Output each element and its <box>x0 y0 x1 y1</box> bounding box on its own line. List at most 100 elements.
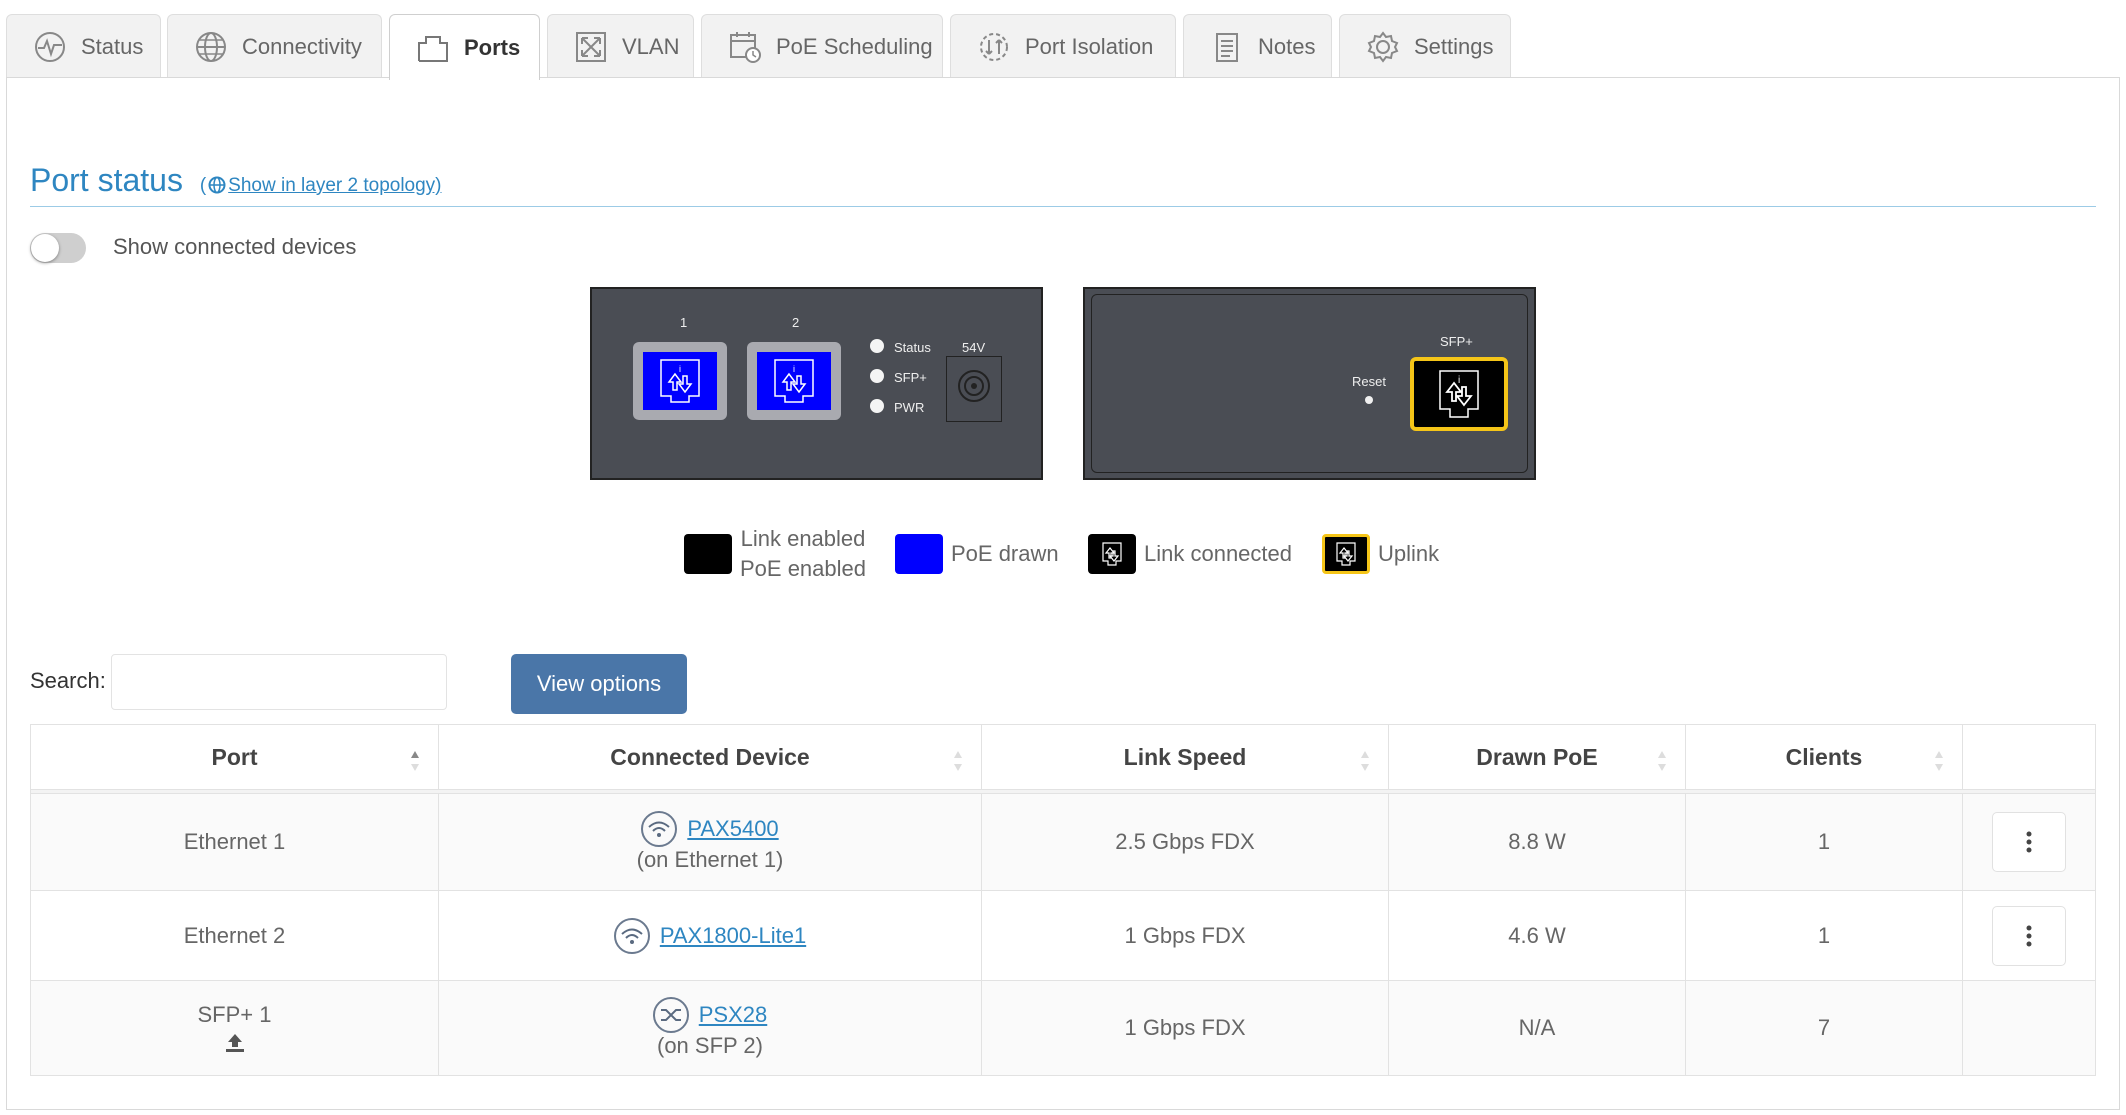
legend-label: PoE drawn <box>951 541 1059 566</box>
actions-cell <box>1962 794 2095 890</box>
legend-uplink: Uplink <box>1322 534 1439 574</box>
tab-notes[interactable]: Notes <box>1183 14 1332 78</box>
tab-label: Port Isolation <box>1025 33 1154 59</box>
led-label: Status <box>894 340 931 355</box>
device-sub: (on SFP 2) <box>657 1033 763 1058</box>
port-number-label: 1 <box>680 315 688 330</box>
blue-swatch <box>895 534 943 574</box>
tab-settings[interactable]: Settings <box>1339 14 1511 78</box>
legend-poe-drawn: PoE drawn <box>895 534 1059 574</box>
pwr-led <box>870 399 884 413</box>
table-row: Ethernet 2 PAX1800-Lite1 1 Gbps FDX 4.6 … <box>31 890 2095 980</box>
tab-label: Status <box>81 33 144 59</box>
row-menu-button[interactable] <box>1992 905 2066 966</box>
port-status-title: Port status <box>30 162 183 198</box>
port-cell: SFP+ 1 <box>31 981 438 1075</box>
tab-label: VLAN <box>622 33 680 59</box>
table-header-row: Port Connected Device Link Speed Drawn P… <box>31 725 2095 789</box>
col-header-clients[interactable]: Clients <box>1685 725 1962 789</box>
clients-cell: 1 <box>1685 891 1962 980</box>
port-ethernet-1[interactable]: i <box>633 342 727 420</box>
port-number-label: 2 <box>792 315 800 330</box>
topology-link[interactable]: (Show in layer 2 topology) <box>200 175 442 196</box>
tab-status[interactable]: Status <box>6 14 161 78</box>
legend-label: Link enabled <box>740 526 866 551</box>
col-header-port[interactable]: Port <box>31 725 438 789</box>
speed-cell: 2.5 Gbps FDX <box>981 794 1388 890</box>
activity-icon <box>35 31 65 62</box>
sort-icon <box>954 751 962 771</box>
wifi-icon <box>641 811 678 847</box>
poe-cell: 8.8 W <box>1388 794 1685 890</box>
device-cell: PSX28 (on SFP 2) <box>438 981 981 1075</box>
device-link[interactable]: PAX5400 <box>687 816 778 842</box>
port-sfp-1-uplink[interactable]: i <box>1410 357 1508 431</box>
page-title: Port status (Show in layer 2 topology) <box>30 162 442 199</box>
port-icon <box>418 35 448 62</box>
device-link[interactable]: PSX28 <box>699 1002 768 1028</box>
tab-label: Settings <box>1414 33 1494 59</box>
tab-port-isolation[interactable]: Port Isolation <box>950 14 1176 78</box>
clients-cell: 7 <box>1685 981 1962 1075</box>
led-label: PWR <box>894 400 925 415</box>
ports-table: Port Connected Device Link Speed Drawn P… <box>30 724 2096 1076</box>
globe-icon <box>208 176 226 194</box>
kebab-icon <box>2026 831 2032 853</box>
show-connected-devices-toggle[interactable] <box>30 233 86 263</box>
col-header-drawn-poe[interactable]: Drawn PoE <box>1388 725 1685 789</box>
power-jack <box>946 356 1002 422</box>
port-poe-fill: i <box>757 352 831 410</box>
sfp-led <box>870 369 884 383</box>
device-line: PSX28 <box>652 997 768 1033</box>
speed-cell: 1 Gbps FDX <box>981 981 1388 1075</box>
device-cell: PAX5400 (on Ethernet 1) <box>438 794 981 890</box>
header-label: Link Speed <box>1123 743 1247 770</box>
header-label: Clients <box>1785 743 1863 770</box>
black-swatch <box>684 534 732 574</box>
legend-label: Link connected <box>1144 541 1292 566</box>
reset-label: Reset <box>1352 374 1386 389</box>
sort-icon <box>1361 751 1369 771</box>
led-label: SFP+ <box>894 370 927 385</box>
calendar-clock-icon <box>730 31 761 63</box>
tab-label: Connectivity <box>242 33 362 59</box>
tab-label: PoE Scheduling <box>776 33 933 59</box>
device-rear-panel: Reset SFP+ i <box>1083 287 1536 480</box>
view-options-button[interactable]: View options <box>511 654 687 714</box>
legend-link-connected: Link connected <box>1088 534 1292 574</box>
sort-icon <box>1935 751 1943 771</box>
gear-icon <box>1367 30 1399 63</box>
topology-link-label: Show in layer 2 topology) <box>228 175 442 196</box>
table-row: SFP+ 1 PSX28 (on SFP 2) 1 Gbps FDX N/A 7 <box>31 980 2095 1075</box>
tab-poe-scheduling[interactable]: PoE Scheduling <box>701 14 943 78</box>
row-menu-button[interactable] <box>1992 812 2066 872</box>
tab-ports[interactable]: Ports <box>389 14 540 80</box>
toggle-knob <box>31 234 59 262</box>
vlan-icon <box>576 31 606 62</box>
header-label: Drawn PoE <box>1476 743 1598 770</box>
link-icon <box>1102 542 1122 566</box>
device-link[interactable]: PAX1800-Lite1 <box>660 923 806 949</box>
col-header-link-speed[interactable]: Link Speed <box>981 725 1388 789</box>
switch-icon <box>652 997 689 1033</box>
port-cell: Ethernet 1 <box>183 829 286 854</box>
tab-vlan[interactable]: VLAN <box>547 14 694 78</box>
svg-text:i: i <box>793 364 795 374</box>
actions-cell <box>1962 981 2095 1075</box>
port-label: SFP+ 1 <box>197 1002 272 1027</box>
device-sub: (on Ethernet 1) <box>636 847 784 872</box>
poe-cell: 4.6 W <box>1388 891 1685 980</box>
search-input[interactable] <box>111 654 447 710</box>
tab-connectivity[interactable]: Connectivity <box>167 14 382 78</box>
device-line: PAX1800-Lite1 <box>613 917 806 954</box>
actions-cell <box>1962 891 2095 980</box>
upload-icon <box>225 1034 244 1052</box>
globe-icon <box>196 31 226 62</box>
port-ethernet-2[interactable]: i <box>747 342 841 420</box>
reset-button[interactable] <box>1365 396 1373 404</box>
col-header-connected-device[interactable]: Connected Device <box>438 725 981 789</box>
speed-cell: 1 Gbps FDX <box>981 891 1388 980</box>
svg-text:i: i <box>679 364 681 374</box>
power-jack-icon <box>958 370 990 402</box>
notepad-icon <box>1216 32 1238 62</box>
